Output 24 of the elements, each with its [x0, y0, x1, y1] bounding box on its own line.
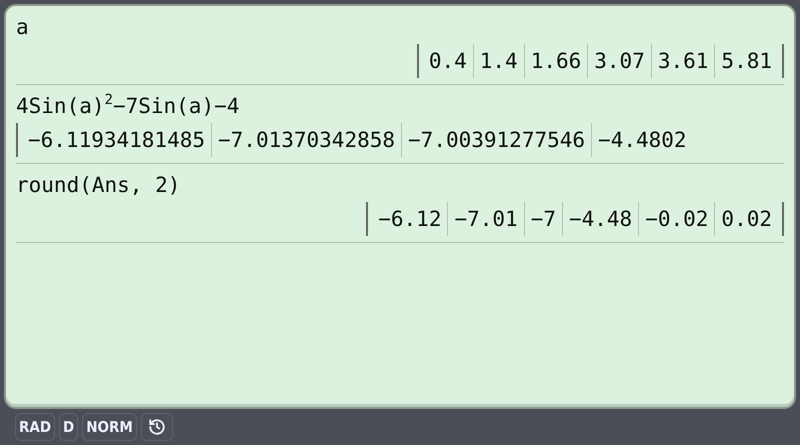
matrix-element: −6.11934181485	[27, 127, 206, 154]
matrix-element: 0.4	[428, 48, 468, 75]
matrix-element: −7.00391277546	[401, 123, 592, 157]
matrix-element: −7.01370342858	[211, 123, 402, 157]
matrix-element: −7.01	[447, 202, 524, 236]
matrix-element: 0.02	[714, 202, 778, 236]
input-expression: round(Ans, 2)	[16, 172, 182, 199]
matrix-element: −4.4802	[591, 123, 693, 157]
matrix-element: −0.02	[638, 202, 714, 236]
matrix-element: 3.07	[587, 44, 651, 78]
mode-button[interactable]: NORM	[82, 413, 137, 441]
history-button[interactable]	[140, 413, 173, 441]
mode-button[interactable]: D	[59, 413, 78, 441]
matrix-element: −6.12	[377, 206, 442, 233]
matrix-element: 1.66	[524, 44, 588, 78]
mode-button[interactable]: RAD	[15, 413, 56, 441]
matrix-element: 3.61	[650, 44, 714, 78]
history-icon	[148, 418, 166, 436]
input-expression: a	[16, 14, 30, 41]
input-expression: 4Sin(a)$^{2}$−7Sin(a)−4	[16, 91, 240, 120]
matrix-element: 1.4	[472, 44, 524, 78]
matrix-element: −4.48	[562, 202, 638, 236]
matrix-element: 5.81	[714, 44, 778, 78]
matrix-element: −7	[524, 202, 562, 236]
